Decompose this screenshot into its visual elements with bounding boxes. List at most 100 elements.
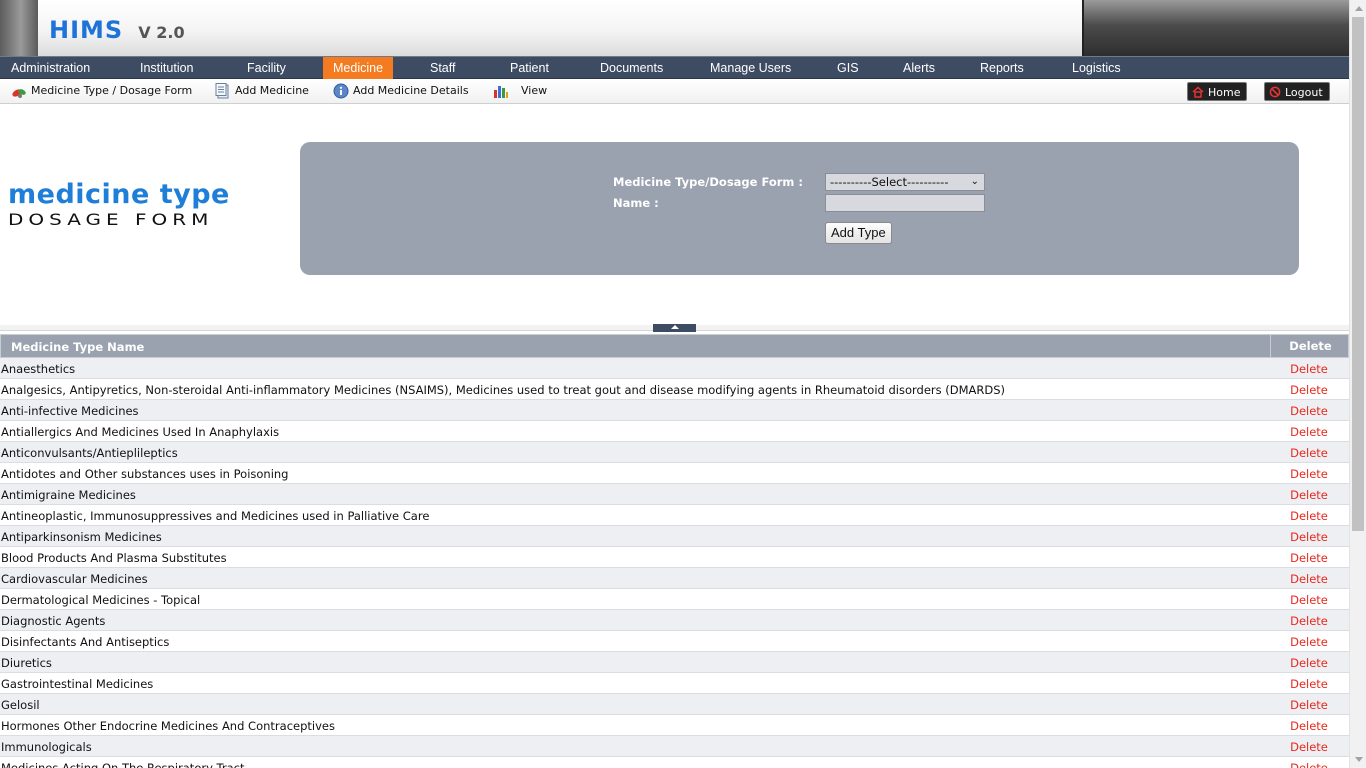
name-input[interactable] [825, 194, 985, 212]
info-icon [333, 83, 349, 99]
table-row: Hormones Other Endocrine Medicines And C… [0, 715, 1349, 736]
home-label: Home [1208, 86, 1241, 99]
medicine-type-name: Anticonvulsants/Antieplileptics [1, 446, 178, 460]
nav-documents[interactable]: Documents [600, 57, 663, 79]
delete-link[interactable]: Delete [1269, 362, 1349, 376]
medicine-type-name: Antimigraine Medicines [1, 488, 136, 502]
medicine-type-name: Antidotes and Other substances uses in P… [1, 467, 289, 481]
scroll-up-arrow[interactable] [1350, 0, 1366, 17]
nav-reports[interactable]: Reports [980, 57, 1024, 79]
table-body: Anaesthetics Delete Analgesics, Antipyreti… [0, 358, 1349, 768]
page-title-line2: DOSAGE FORM [8, 210, 214, 230]
subnav-add-medicine-details[interactable]: Add Medicine Details [333, 83, 469, 99]
medicine-type-name: Antiparkinsonism Medicines [1, 530, 162, 544]
table-row: Antimigraine Medicines Delete [0, 484, 1349, 505]
delete-link[interactable]: Delete [1269, 614, 1349, 628]
delete-link[interactable]: Delete [1269, 572, 1349, 586]
delete-link[interactable]: Delete [1269, 425, 1349, 439]
medicine-type-name: Analgesics, Antipyretics, Non-steroidal … [1, 383, 1006, 397]
logout-icon [1269, 85, 1281, 98]
header-delete: Delete [1270, 335, 1349, 357]
table-row: Dermatological Medicines - Topical Delete [0, 589, 1349, 610]
app-version: V 2.0 [138, 23, 185, 42]
medicine-type-name: Immunologicals [1, 740, 92, 754]
collapse-toggle[interactable] [653, 324, 696, 332]
sub-nav: Medicine Type / Dosage Form Add Medicine… [0, 79, 1349, 104]
medicine-type-name: Hormones Other Endocrine Medicines And C… [1, 719, 335, 733]
table-row: Antidotes and Other substances uses in P… [0, 463, 1349, 484]
delete-link[interactable]: Delete [1269, 656, 1349, 670]
type-select[interactable]: ----------Select---------- ⌄ [825, 173, 985, 191]
medicine-type-name: Diagnostic Agents [1, 614, 106, 628]
type-label: Medicine Type/Dosage Form : [613, 175, 804, 189]
add-type-form: Medicine Type/Dosage Form : ----------Se… [300, 142, 1299, 275]
subnav-medicine-type-label: Medicine Type / Dosage Form [31, 84, 193, 97]
medicine-type-name: Disinfectants And Antiseptics [1, 635, 170, 649]
home-button[interactable]: Home [1187, 82, 1248, 101]
delete-link[interactable]: Delete [1269, 635, 1349, 649]
header-left-ornament [0, 0, 38, 56]
delete-link[interactable]: Delete [1269, 404, 1349, 418]
nav-staff[interactable]: Staff [430, 57, 455, 79]
medicine-type-name: Dermatological Medicines - Topical [1, 593, 201, 607]
delete-link[interactable]: Delete [1269, 740, 1349, 754]
subnav-add-medicine[interactable]: Add Medicine [215, 83, 309, 99]
nav-medicine[interactable]: Medicine [323, 57, 394, 79]
scroll-thumb[interactable] [1352, 17, 1364, 531]
subnav-view[interactable]: View [493, 83, 547, 99]
table-row: Diagnostic Agents Delete [0, 610, 1349, 631]
delete-link[interactable]: Delete [1269, 698, 1349, 712]
delete-link[interactable]: Delete [1269, 719, 1349, 733]
nav-institution[interactable]: Institution [140, 57, 194, 79]
nav-facility[interactable]: Facility [247, 57, 286, 79]
delete-link[interactable]: Delete [1269, 530, 1349, 544]
nav-alerts[interactable]: Alerts [903, 57, 935, 79]
delete-link[interactable]: Delete [1269, 761, 1349, 768]
table-row: Antineoplastic, Immunosuppressives and M… [0, 505, 1349, 526]
subnav-medicine-type[interactable]: Medicine Type / Dosage Form [11, 83, 192, 99]
delete-link[interactable]: Delete [1269, 467, 1349, 481]
subnav-add-medicine-label: Add Medicine [235, 84, 309, 97]
logout-label: Logout [1285, 86, 1323, 99]
chevron-down-icon: ⌄ [970, 176, 979, 187]
delete-link[interactable]: Delete [1269, 551, 1349, 565]
bar-chart-icon [493, 83, 509, 99]
medicine-type-name: Medicines Acting On The Respiratory Trac… [1, 761, 245, 768]
nav-manage-users[interactable]: Manage Users [710, 57, 791, 79]
scroll-down-arrow[interactable] [1350, 751, 1366, 768]
pills-icon [11, 83, 27, 99]
table-row: Disinfectants And Antiseptics Delete [0, 631, 1349, 652]
table-row: Immunologicals Delete [0, 736, 1349, 757]
medicine-type-table: Medicine Type Name Delete Anaesthetics De… [0, 334, 1349, 768]
delete-link[interactable]: Delete [1269, 488, 1349, 502]
logout-button[interactable]: Logout [1264, 82, 1330, 101]
table-row: Analgesics, Antipyretics, Non-steroidal … [0, 379, 1349, 400]
page: HIMS V 2.0 Administration Institution Fa… [0, 0, 1349, 768]
page-title: medicine type DOSAGE FORM [8, 180, 230, 234]
header-name: Medicine Type Name [11, 340, 145, 354]
medicine-type-name: Anaesthetics [1, 362, 76, 376]
nav-logistics[interactable]: Logistics [1072, 57, 1121, 79]
top-nav: Administration Institution Facility Medi… [0, 56, 1349, 79]
delete-link[interactable]: Delete [1269, 509, 1349, 523]
table-row: Diuretics Delete [0, 652, 1349, 673]
nav-administration[interactable]: Administration [11, 57, 90, 79]
subnav-view-label: View [521, 84, 548, 97]
page-title-line1: medicine type [8, 179, 230, 210]
delete-link[interactable]: Delete [1269, 446, 1349, 460]
delete-link[interactable]: Delete [1269, 593, 1349, 607]
medicine-type-name: Antineoplastic, Immunosuppressives and M… [1, 509, 430, 523]
add-type-button[interactable]: Add Type [825, 222, 892, 244]
home-icon [1192, 85, 1204, 98]
delete-link[interactable]: Delete [1269, 677, 1349, 691]
vertical-scrollbar[interactable] [1349, 0, 1366, 768]
table-row: Antiparkinsonism Medicines Delete [0, 526, 1349, 547]
table-row: Antiallergics And Medicines Used In Anap… [0, 421, 1349, 442]
table-row: Gastrointestinal Medicines Delete [0, 673, 1349, 694]
table-row: Blood Products And Plasma Substitutes Del… [0, 547, 1349, 568]
delete-link[interactable]: Delete [1269, 383, 1349, 397]
nav-gis[interactable]: GIS [837, 57, 859, 79]
medicine-type-name: Gastrointestinal Medicines [1, 677, 154, 691]
table-row: Anti-infective Medicines Delete [0, 400, 1349, 421]
nav-patient[interactable]: Patient [510, 57, 549, 79]
